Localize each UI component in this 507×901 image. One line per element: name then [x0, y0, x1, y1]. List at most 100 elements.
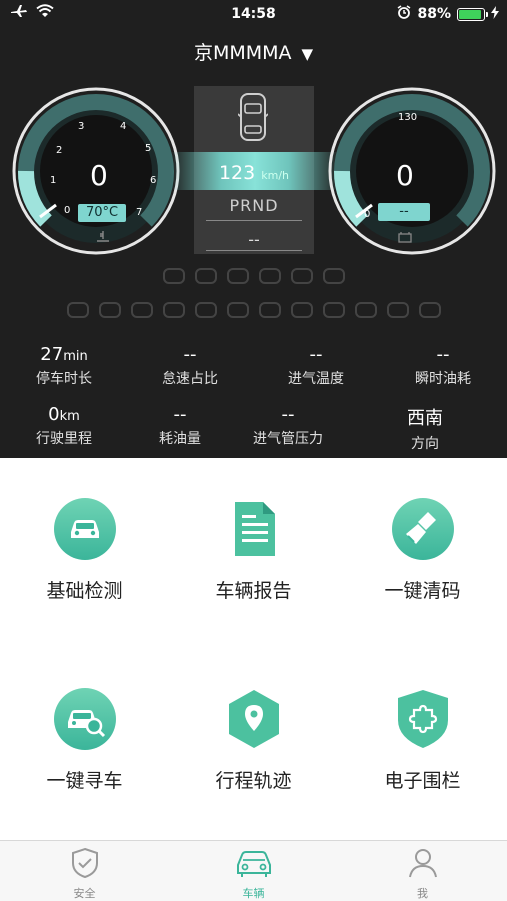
fog-light-icon [194, 268, 217, 284]
rpm-tick-5: 5 [145, 143, 152, 154]
stat-direction: 西南 方向 [365, 404, 485, 453]
speed-gauge: 0 0 130 -- [328, 87, 496, 255]
fuel-icon [194, 302, 217, 318]
car-topview-icon [238, 93, 268, 141]
stat-value: -- [281, 404, 295, 425]
status-right: 88% [397, 5, 499, 23]
tire-pressure-icon [66, 302, 89, 318]
stat-label: 进气温度 [288, 371, 344, 387]
shield-check-icon [71, 847, 99, 883]
stat-label: 进气管压力 [253, 431, 323, 447]
tab-label: 我 [417, 887, 428, 900]
feature-clear-codes[interactable]: 一键清码 [338, 498, 507, 603]
plate-number: 京MMMMA [193, 42, 292, 64]
stat-value: -- [436, 344, 450, 365]
stat-mileage: 0km 行驶里程 [4, 404, 124, 448]
warning-triangle-icon [98, 302, 121, 318]
steering-icon [354, 302, 377, 318]
car-icon [53, 498, 116, 560]
battery-percent: 88% [417, 6, 451, 22]
stat-value: 西南 [407, 408, 443, 429]
feature-label: 电子围栏 [384, 770, 461, 792]
rpm-tick-1: 1 [50, 175, 57, 186]
stat-intake-temp: -- 进气温度 [256, 344, 376, 388]
stat-label: 方向 [411, 436, 439, 452]
tab-label: 车辆 [242, 887, 265, 900]
stat-value: -- [173, 404, 187, 425]
airbag-icon [386, 302, 409, 318]
engine-check-icon [226, 302, 249, 318]
stat-idle-ratio: -- 怠速占比 [130, 344, 250, 388]
gear-value: -- [248, 230, 260, 249]
stat-value: -- [309, 344, 323, 365]
feature-find-car[interactable]: 一键寻车 [0, 688, 169, 793]
rpm-tick-6: 6 [150, 175, 157, 186]
warning-lights-row-1 [0, 268, 507, 284]
feature-basic-check[interactable]: 基础检测 [0, 498, 169, 603]
prnd-label: PRND [229, 196, 279, 215]
speed-gauge-value: 0 [396, 159, 414, 192]
rear-fog-icon [322, 268, 345, 284]
speed-tick-0: 0 [364, 209, 371, 220]
stat-value: 0 [48, 404, 60, 425]
rpm-tick-4: 4 [120, 121, 127, 132]
stat-unit: min [63, 349, 88, 364]
coolant-temp-badge: 70°C [78, 204, 126, 222]
stat-fuel-consumption: -- 耗油量 [120, 404, 240, 448]
car-icon [234, 851, 274, 883]
front-fog-icon [290, 268, 313, 284]
stat-unit: km [59, 409, 80, 424]
feature-trip-track[interactable]: 行程轨迹 [169, 688, 338, 793]
plate-selector[interactable]: 京MMMMA ▼ [0, 38, 507, 65]
stat-label: 瞬时油耗 [415, 371, 471, 387]
bottom-tab-bar: 安全 车辆 我 [0, 840, 507, 901]
rpm-tick-2: 2 [56, 145, 63, 156]
divider [206, 250, 302, 251]
charging-icon [491, 5, 499, 23]
feature-label: 行程轨迹 [215, 770, 292, 792]
speed-readout: 123 km/h [194, 162, 314, 184]
seatbelt-icon [258, 302, 281, 318]
tab-vehicle[interactable]: 车辆 [169, 847, 338, 901]
divider [206, 220, 302, 221]
stat-intake-pressure: -- 进气管压力 [228, 404, 348, 448]
location-pin-icon [223, 688, 285, 750]
status-bar: 14:58 88% [0, 0, 507, 28]
feature-geofence[interactable]: 电子围栏 [338, 688, 507, 793]
car-search-icon [53, 688, 116, 750]
stat-value: -- [183, 344, 197, 365]
tab-me[interactable]: 我 [338, 847, 507, 901]
low-beam-icon [226, 268, 249, 284]
speed-unit: km/h [261, 169, 290, 182]
broom-icon [391, 498, 454, 560]
rpm-gauge: 0 0 1 2 3 4 5 6 7 70°C [12, 87, 180, 255]
rpm-tick-7: 7 [136, 207, 143, 218]
rpm-tick-0: 0 [64, 205, 71, 216]
feature-label: 一键寻车 [46, 770, 123, 792]
alarm-icon [397, 5, 411, 23]
feature-label: 车辆报告 [215, 580, 292, 602]
rpm-tick-3: 3 [78, 121, 85, 132]
stat-label: 行驶里程 [36, 431, 92, 447]
tab-security[interactable]: 安全 [0, 847, 169, 901]
coolant-temp-icon [96, 228, 110, 247]
feature-label: 基础检测 [46, 580, 123, 602]
battery-voltage-badge: -- [378, 203, 430, 221]
feature-label: 一键清码 [384, 580, 461, 602]
brake-icon [290, 302, 313, 318]
high-beam-icon [258, 268, 281, 284]
stat-label: 耗油量 [159, 431, 201, 447]
feature-grid: 基础检测 车辆报告 一键清码 一键寻车 行程轨迹 电子围栏 [0, 458, 507, 840]
headlight-icon [162, 268, 185, 284]
car-battery-icon [398, 228, 412, 247]
speed-tick-130: 130 [398, 112, 418, 123]
stat-instant-fuel: -- 瞬时油耗 [383, 344, 503, 388]
stat-label: 怠速占比 [162, 371, 218, 387]
dashboard-panel: 14:58 88% 京MMMMA ▼ 0 0 1 2 3 4 5 6 7 70°… [0, 0, 507, 458]
oil-pressure-icon [130, 302, 153, 318]
document-icon [223, 498, 285, 560]
feature-vehicle-report[interactable]: 车辆报告 [169, 498, 338, 603]
exhaust-icon [418, 302, 441, 318]
puzzle-shield-icon [392, 688, 454, 750]
dropdown-caret-icon: ▼ [301, 45, 314, 63]
